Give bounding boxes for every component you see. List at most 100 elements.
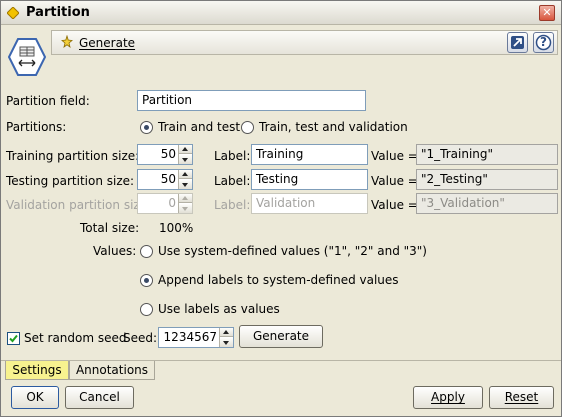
generate-menu-label: Generate	[79, 36, 136, 50]
radio-system-defined-values-label[interactable]: Use system-defined values ("1", "2" and …	[158, 244, 427, 258]
testing-size-label: Testing partition size:	[6, 174, 135, 188]
radio-train-and-test-label[interactable]: Train and test	[158, 120, 240, 134]
validation-size-up[interactable]	[179, 194, 192, 203]
validation-label-input[interactable]: Validation	[251, 193, 368, 214]
arrow-down-icon	[182, 183, 188, 187]
arrow-up-icon	[182, 196, 188, 200]
training-size-spinner[interactable]: 50	[137, 144, 193, 165]
apply-button-label: Apply	[431, 390, 465, 404]
generate-icon[interactable]	[60, 35, 74, 49]
reset-button-label: Reset	[504, 390, 539, 404]
partition-dialog: Partition ✕ Generate ? Partition field: …	[0, 0, 562, 417]
partitions-label: Partitions:	[6, 120, 67, 134]
validation-size-stepper	[178, 194, 192, 213]
cancel-button[interactable]: Cancel	[65, 386, 134, 409]
random-seed-checkbox[interactable]	[7, 332, 20, 345]
tab-settings-label: Settings	[12, 363, 62, 377]
arrow-down-icon	[223, 341, 229, 345]
validation-value-field: "3_Validation"	[416, 193, 558, 214]
close-icon: ✕	[542, 6, 552, 19]
total-size-value: 100%	[159, 221, 194, 235]
checkmark-icon	[9, 334, 18, 343]
random-seed-checkbox-label[interactable]: Set random seed	[24, 331, 127, 345]
tab-annotations[interactable]: Annotations	[69, 361, 155, 380]
seed-up[interactable]	[220, 328, 233, 337]
radio-train-and-test[interactable]	[140, 121, 153, 134]
validation-value-caption: Value =	[371, 198, 418, 212]
toolbar: Generate ?	[51, 30, 558, 55]
testing-value-field: "2_Testing"	[416, 169, 558, 190]
training-label-value: Training	[256, 147, 304, 161]
validation-size-value: 0	[168, 196, 176, 210]
testing-value: "2_Testing"	[421, 172, 488, 186]
testing-size-down[interactable]	[179, 180, 192, 189]
testing-size-spinner[interactable]: 50	[137, 169, 193, 190]
arrow-down-icon	[182, 207, 188, 211]
help-glyph: ?	[540, 35, 547, 49]
tab-settings[interactable]: Settings	[5, 361, 69, 380]
training-size-value: 50	[160, 147, 176, 161]
close-button[interactable]: ✕	[539, 5, 555, 21]
ok-button[interactable]: OK	[11, 386, 59, 409]
generate-seed-button[interactable]: Generate	[239, 325, 323, 348]
seed-label: Seed:	[123, 331, 158, 345]
radio-train-test-validation-label[interactable]: Train, test and validation	[259, 120, 408, 134]
seed-spinner[interactable]: 1234567	[158, 327, 234, 348]
training-label-caption: Label:	[214, 149, 251, 163]
help-button[interactable]: ?	[533, 32, 554, 53]
arrow-diagonal-icon	[511, 36, 524, 49]
radio-append-labels[interactable]	[140, 274, 153, 287]
training-value: "1_Training"	[421, 147, 494, 161]
radio-system-defined-values[interactable]	[140, 245, 153, 258]
validation-size-label: Validation partition size:	[6, 198, 152, 212]
validation-label-value: Validation	[256, 196, 316, 210]
title-bar[interactable]: Partition ✕	[1, 1, 561, 25]
testing-value-caption: Value =	[371, 174, 418, 188]
diamond-icon	[7, 7, 19, 19]
validation-label-caption: Label:	[214, 198, 251, 212]
preview-button[interactable]	[507, 32, 528, 53]
testing-label-caption: Label:	[214, 174, 251, 188]
tab-annotations-label: Annotations	[75, 363, 149, 377]
testing-label-input[interactable]: Testing	[251, 169, 368, 190]
testing-label-value: Testing	[256, 172, 299, 186]
apply-button[interactable]: Apply	[413, 386, 483, 409]
generate-menu[interactable]: Generate	[79, 36, 135, 50]
validation-value: "3_Validation"	[421, 196, 505, 210]
tab-bar: Settings Annotations	[1, 360, 561, 380]
training-value-field: "1_Training"	[416, 144, 558, 165]
reset-button[interactable]: Reset	[489, 386, 554, 409]
partition-field-input[interactable]: Partition	[137, 90, 366, 111]
training-size-stepper	[178, 145, 192, 164]
generate-seed-button-label: Generate	[252, 329, 310, 343]
testing-size-value: 50	[160, 172, 176, 186]
arrow-up-icon	[182, 147, 188, 151]
cancel-button-label: Cancel	[79, 390, 120, 404]
arrow-down-icon	[182, 158, 188, 162]
radio-train-test-validation[interactable]	[241, 121, 254, 134]
seed-stepper	[219, 328, 233, 347]
radio-append-labels-label[interactable]: Append labels to system-defined values	[158, 273, 399, 287]
partition-field-value: Partition	[142, 93, 193, 107]
partition-node-icon	[8, 38, 46, 76]
training-size-label: Training partition size:	[6, 149, 140, 163]
validation-size-down[interactable]	[179, 204, 192, 213]
training-value-caption: Value =	[371, 149, 418, 163]
values-label: Values:	[93, 244, 137, 258]
ok-button-label: OK	[26, 390, 44, 404]
window-title: Partition	[26, 5, 90, 20]
testing-size-up[interactable]	[179, 170, 192, 179]
seed-down[interactable]	[220, 338, 233, 347]
testing-size-stepper	[178, 170, 192, 189]
radio-labels-as-values[interactable]	[140, 303, 153, 316]
training-size-up[interactable]	[179, 145, 192, 154]
seed-value: 1234567	[163, 330, 217, 344]
partition-field-label: Partition field:	[6, 94, 90, 108]
validation-size-spinner[interactable]: 0	[137, 193, 193, 214]
arrow-up-icon	[182, 172, 188, 176]
total-size-label: Total size:	[80, 221, 140, 235]
radio-labels-as-values-label[interactable]: Use labels as values	[158, 302, 280, 316]
training-label-input[interactable]: Training	[251, 144, 368, 165]
training-size-down[interactable]	[179, 155, 192, 164]
arrow-up-icon	[223, 330, 229, 334]
